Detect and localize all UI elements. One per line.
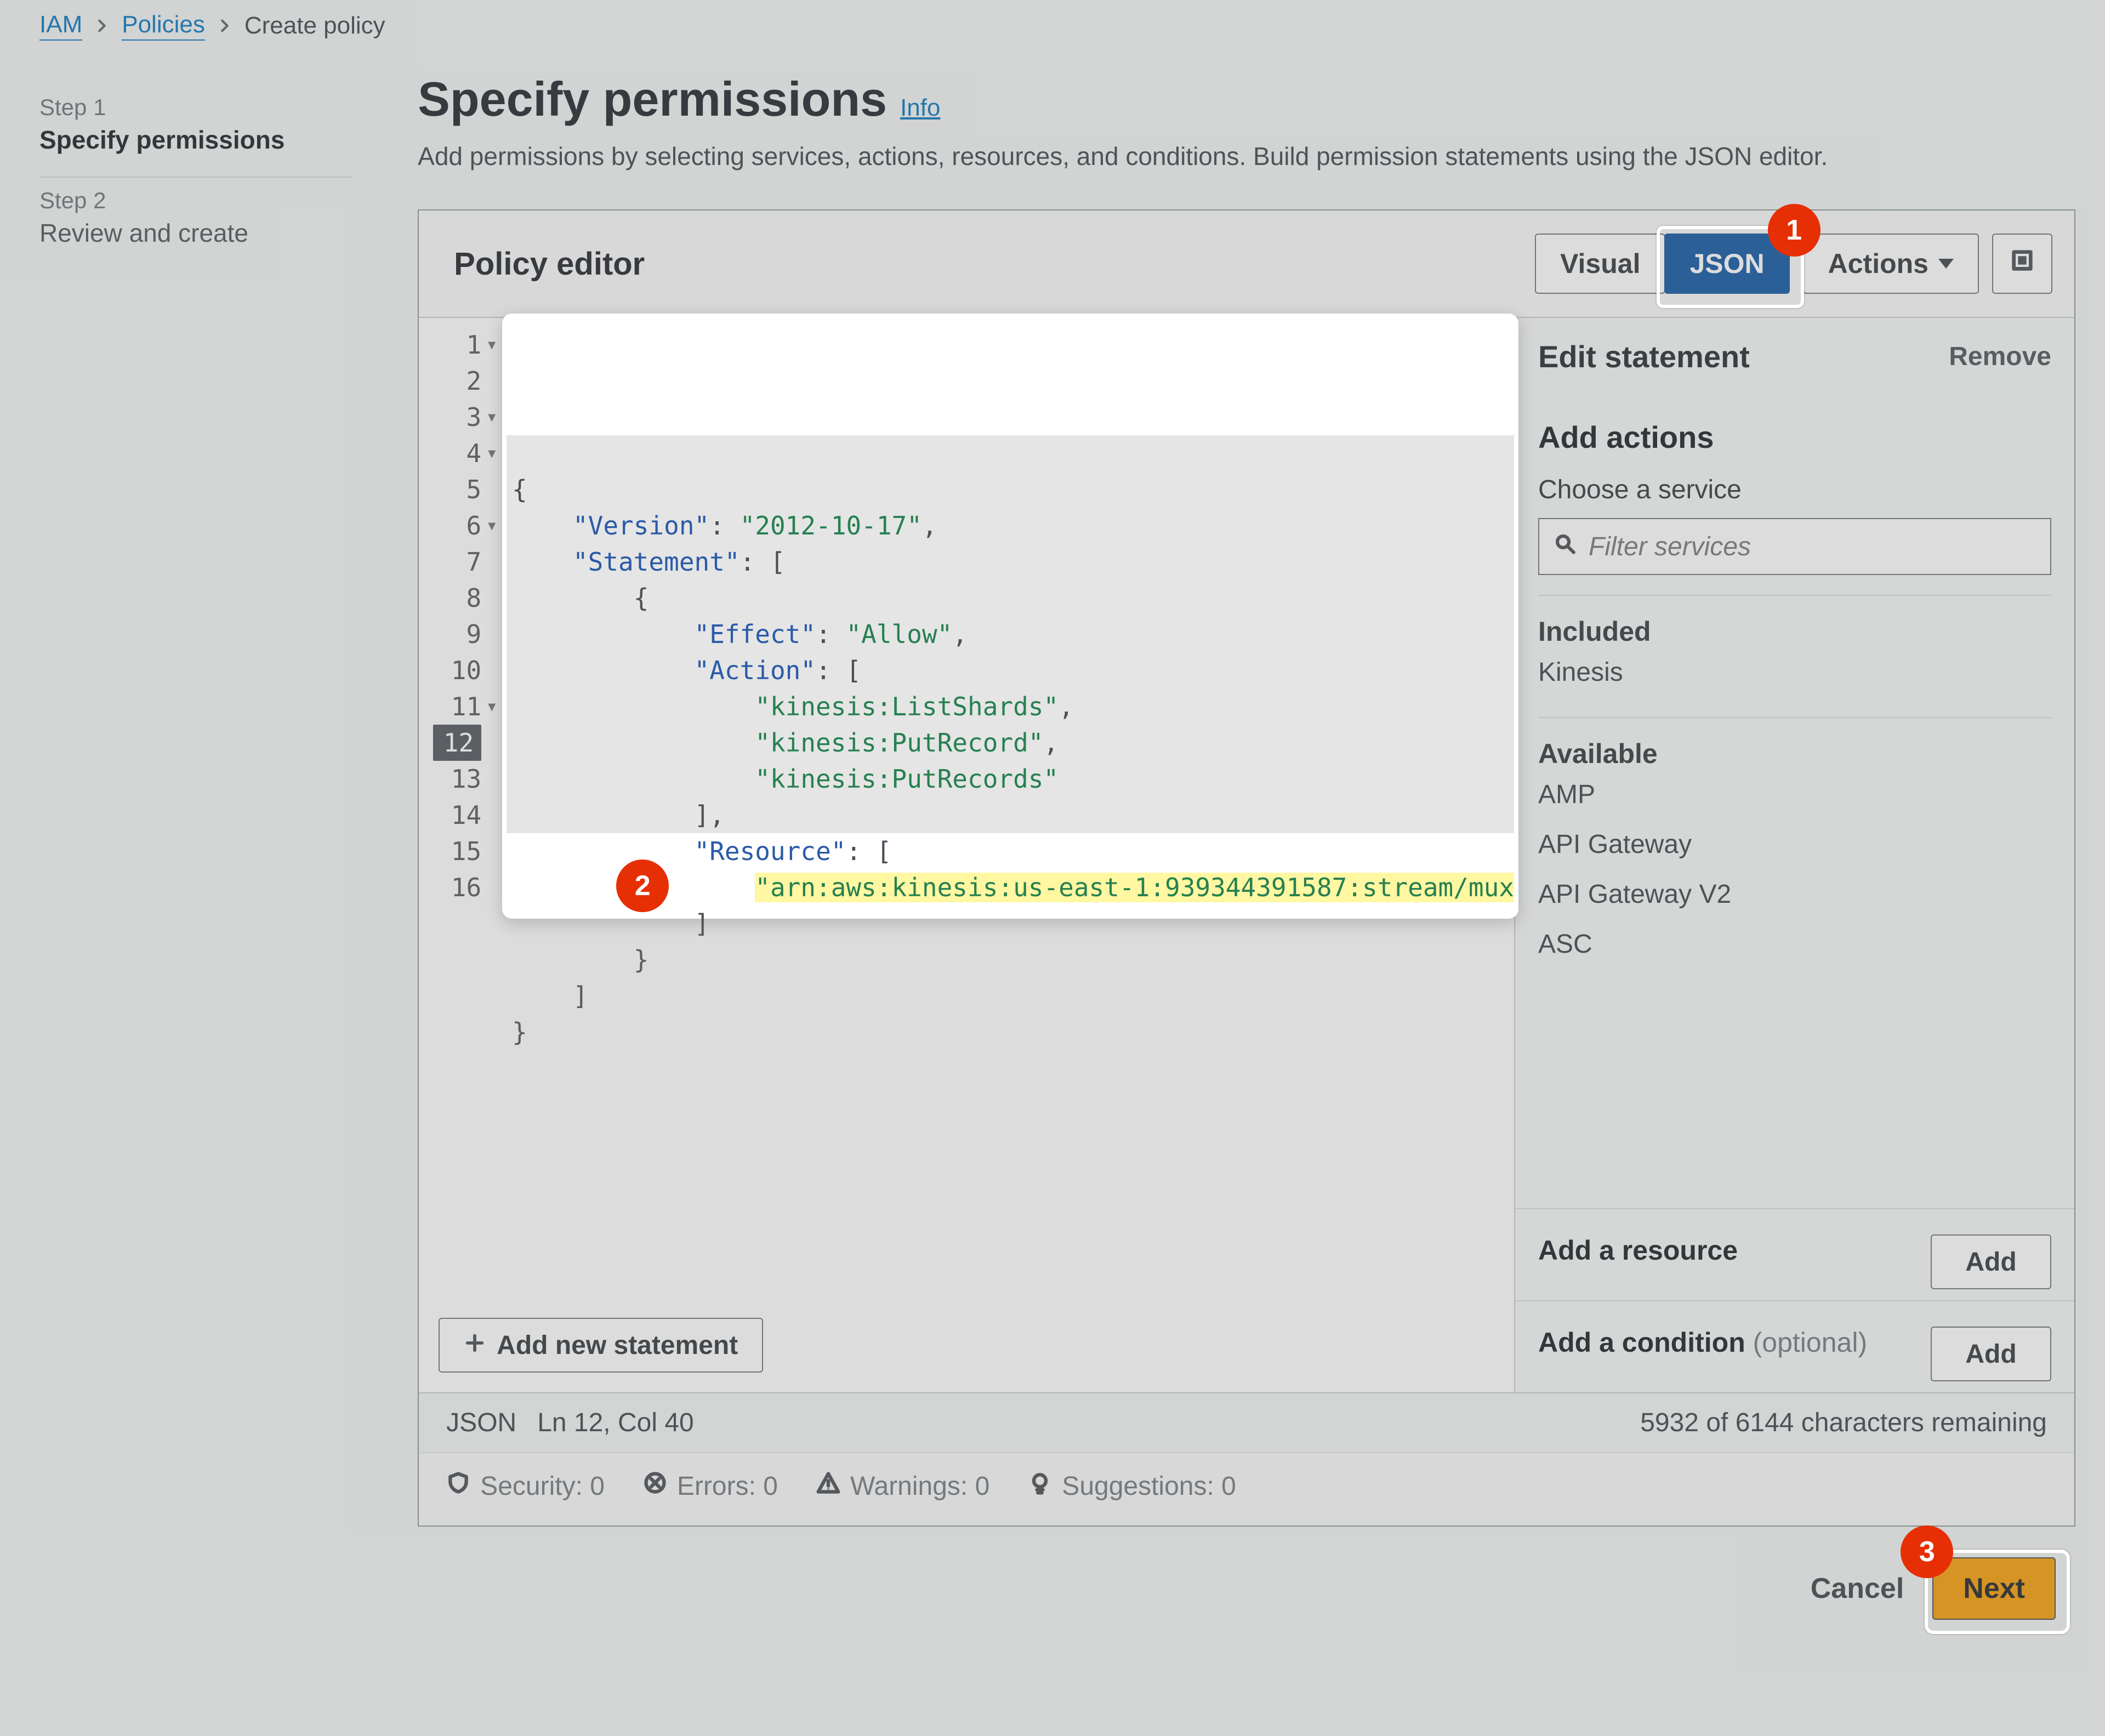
step-1-label: Step 1 [39, 94, 352, 121]
add-a-condition-row: Add a condition (optional) Add [1515, 1300, 2074, 1392]
lightbulb-icon [1028, 1471, 1052, 1501]
page-title: Specify permissions [418, 71, 887, 127]
statement-editor-rail: Edit statement Remove Add actions Choose… [1514, 318, 2074, 1392]
error-icon [643, 1471, 667, 1501]
service-filter[interactable] [1538, 518, 2051, 575]
included-heading: Included [1538, 616, 2051, 647]
available-service-item[interactable]: ASC [1538, 919, 2051, 969]
fullscreen-icon [2010, 248, 2035, 280]
add-resource-button[interactable]: Add [1931, 1234, 2051, 1289]
add-actions-heading: Add actions [1538, 419, 2051, 455]
remove-statement-button[interactable]: Remove [1949, 341, 2051, 372]
available-heading: Available [1538, 738, 2051, 770]
fullscreen-button[interactable] [1992, 234, 2052, 294]
breadcrumb-current: Create policy [244, 12, 385, 39]
warning-icon [816, 1471, 840, 1501]
chevron-right-icon [94, 18, 110, 33]
edit-statement-heading: Edit statement [1538, 339, 1750, 374]
diagnostics-bar: Security: 0 Errors: 0 Warnings: 0 Sugges… [419, 1452, 2074, 1526]
editor-area: 1▾23▾4▾56▾7891011▾1213141516 { "Version"… [419, 317, 2074, 1392]
diag-security[interactable]: Security: 0 [446, 1471, 605, 1501]
page-description: Add permissions by selecting services, a… [418, 141, 1887, 171]
step-1-title: Specify permissions [39, 125, 352, 155]
mode-json-button[interactable]: JSON [1664, 234, 1789, 294]
search-icon [1554, 532, 1577, 561]
breadcrumb-policies[interactable]: Policies [122, 11, 205, 41]
panel-header: Policy editor Visual JSON Actions [419, 210, 2074, 317]
diag-warnings[interactable]: Warnings: 0 [816, 1471, 989, 1501]
editor-mode-segment: Visual JSON [1535, 234, 1790, 294]
add-a-resource-row: Add a resource Add [1515, 1208, 2074, 1300]
actions-label: Actions [1828, 248, 1928, 280]
char-count: 5932 of 6144 characters remaining [1640, 1408, 2047, 1438]
add-a-condition-label: Add a condition [1538, 1327, 1745, 1358]
main-content: Specify permissions Info Add permissions… [418, 52, 2075, 1620]
step-1[interactable]: Step 1 Specify permissions [39, 84, 352, 178]
step-2-title: Review and create [39, 218, 352, 248]
diag-suggestions[interactable]: Suggestions: 0 [1028, 1471, 1236, 1501]
page: Step 1 Specify permissions Step 2 Review… [0, 52, 2105, 1620]
editor-mode-indicator: JSON [446, 1408, 516, 1438]
add-new-statement-label: Add new statement [497, 1330, 738, 1361]
panel-title: Policy editor [454, 246, 645, 282]
diag-errors[interactable]: Errors: 0 [643, 1471, 778, 1501]
cursor-position: Ln 12, Col 40 [537, 1408, 694, 1438]
mode-visual-button[interactable]: Visual [1535, 234, 1665, 294]
chevron-right-icon [217, 18, 232, 33]
next-button[interactable]: Next [1932, 1557, 2056, 1620]
line-gutter: 1▾23▾4▾56▾7891011▾1213141516 [419, 318, 507, 1059]
plus-icon [464, 1330, 486, 1361]
info-link[interactable]: Info [900, 94, 940, 122]
cancel-button[interactable]: Cancel [1807, 1572, 1908, 1606]
add-a-resource-label: Add a resource [1538, 1234, 1738, 1266]
shield-icon [446, 1471, 470, 1501]
available-service-item[interactable]: Access Analyzer [1538, 969, 2051, 978]
step-2-label: Step 2 [39, 187, 352, 214]
choose-a-service-label: Choose a service [1538, 475, 2051, 505]
available-service-item[interactable]: API Gateway V2 [1538, 869, 2051, 919]
add-condition-button[interactable]: Add [1931, 1327, 2051, 1381]
caret-down-icon [1938, 259, 1954, 269]
add-new-statement-button[interactable]: Add new statement [439, 1318, 763, 1373]
service-filter-input[interactable] [1588, 531, 2036, 562]
editor-status-bar: JSON Ln 12, Col 40 5932 of 6144 characte… [419, 1392, 2074, 1452]
breadcrumb-iam[interactable]: IAM [39, 11, 82, 41]
available-service-item[interactable]: API Gateway [1538, 819, 2051, 869]
breadcrumb: IAM Policies Create policy [0, 0, 2105, 52]
optional-label: (optional) [1753, 1327, 1867, 1358]
policy-editor-panel: Policy editor Visual JSON Actions [418, 209, 2075, 1527]
included-service-item[interactable]: Kinesis [1538, 647, 2051, 697]
code-content[interactable]: { "Version": "2012-10-17", "Statement": … [507, 318, 1514, 1059]
wizard-footer: Cancel Next [418, 1527, 2075, 1620]
actions-dropdown-button[interactable]: Actions [1803, 234, 1979, 294]
available-service-item[interactable]: AMP [1538, 770, 2051, 819]
wizard-steps: Step 1 Specify permissions Step 2 Review… [39, 52, 352, 270]
step-2[interactable]: Step 2 Review and create [39, 178, 352, 270]
code-editor[interactable]: 1▾23▾4▾56▾7891011▾1213141516 { "Version"… [419, 318, 1514, 1392]
